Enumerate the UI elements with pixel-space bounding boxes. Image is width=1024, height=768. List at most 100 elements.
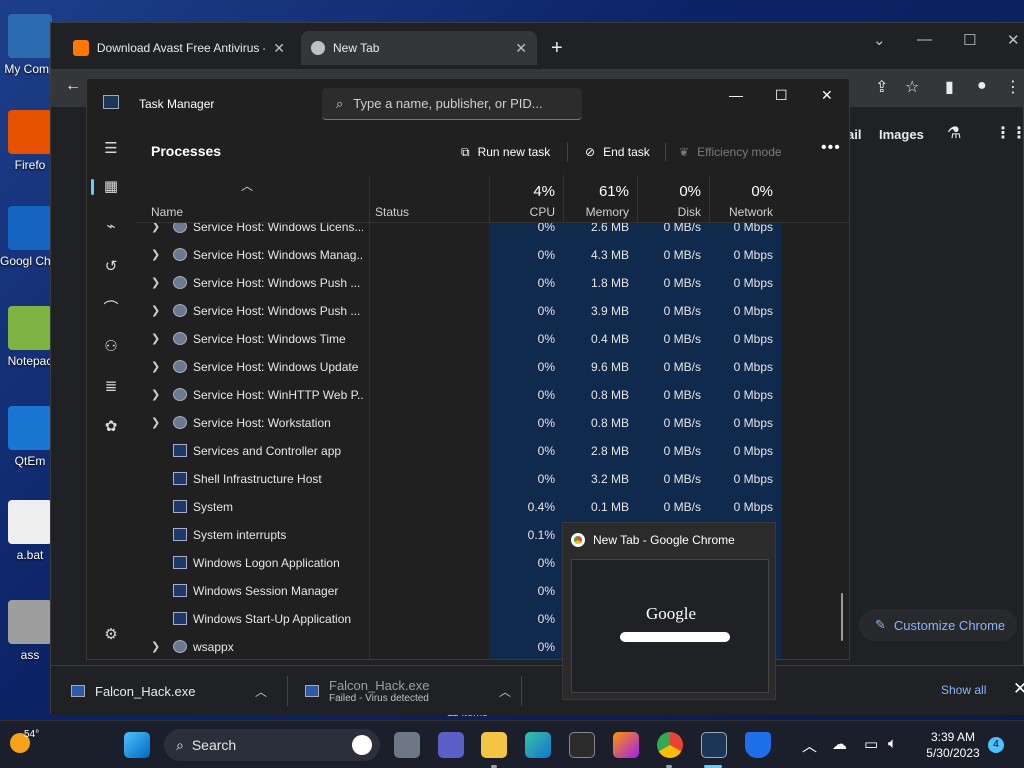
side-panel-icon[interactable]: ▮ (945, 77, 954, 97)
table-row[interactable]: ❯ Service Host: Workstation 0% 0.8 MB 0 MB/s… (135, 409, 849, 437)
weather-widget[interactable]: 54° (10, 729, 40, 753)
this-pc-icon (8, 14, 52, 58)
column-status[interactable]: Status (359, 175, 489, 223)
notification-badge[interactable]: 4 (988, 737, 1004, 753)
column-memory[interactable]: 61% Memory (563, 175, 637, 223)
process-cpu: 0% (537, 444, 555, 458)
column-cpu[interactable]: 4% CPU (489, 175, 563, 223)
process-cpu: 0% (537, 612, 555, 626)
close-window-icon[interactable]: ✕ (821, 87, 833, 104)
expand-chevron-icon[interactable]: ❯ (151, 223, 160, 241)
expand-chevron-icon[interactable]: ❯ (151, 353, 160, 381)
close-window-icon[interactable]: ✕ (1007, 31, 1020, 49)
expand-chevron-icon[interactable]: ❯ (151, 241, 160, 269)
download-item-failed[interactable]: Falcon_Hack.exe Failed - Virus detected … (305, 666, 511, 716)
minimize-icon[interactable]: — (729, 87, 743, 103)
images-link[interactable]: Images (879, 127, 924, 142)
minimize-icon[interactable]: — (917, 31, 932, 48)
onedrive-cloud-icon[interactable]: ☁ (832, 735, 847, 753)
file-explorer-icon[interactable] (481, 732, 507, 758)
customize-chrome-button[interactable]: ✎ Customize Chrome (859, 609, 1017, 641)
tab-search-chevron-icon[interactable]: ⌄ (873, 31, 886, 49)
hamburger-menu-icon[interactable]: ☰ (101, 139, 121, 159)
expand-chevron-icon[interactable]: ❯ (151, 325, 160, 353)
column-network[interactable]: 0% Network (709, 175, 781, 223)
tm-search-box[interactable]: ⌕ (322, 88, 582, 120)
maximize-icon[interactable]: ☐ (963, 31, 976, 49)
expand-chevron-icon[interactable]: ❯ (151, 269, 160, 297)
table-row[interactable]: ❯ Service Host: Windows Update 0% 9.6 MB 0 M… (135, 353, 849, 381)
process-name: System interrupts (193, 528, 287, 542)
menu-kebab-icon[interactable]: ⋮ (1005, 77, 1021, 97)
taskbar-search[interactable]: ⌕ Search (164, 729, 380, 761)
end-task-button[interactable]: ⊘ End task (585, 139, 650, 165)
maximize-icon[interactable]: ☐ (775, 87, 788, 104)
process-disk: 0 MB/s (663, 223, 701, 234)
users-icon[interactable]: ⚇ (101, 337, 121, 357)
new-tab-plus-icon[interactable]: + (551, 37, 563, 60)
run-new-task-button[interactable]: ⧉ Run new task (461, 139, 550, 165)
bookmark-star-icon[interactable]: ☆ (905, 77, 919, 97)
firefox-icon[interactable] (613, 732, 639, 758)
settings-file-icon (8, 600, 52, 644)
volume-icon[interactable]: 🔈︎ (888, 735, 897, 752)
tab-avast[interactable]: Download Avast Free Antivirus - ✕ (63, 31, 295, 65)
download-item[interactable]: Falcon_Hack.exe ︿ (71, 666, 267, 716)
expand-chevron-icon[interactable]: ❯ (151, 381, 160, 409)
share-icon[interactable]: ⇪ (875, 77, 888, 97)
search-input[interactable] (353, 96, 554, 111)
pencil-icon: ✎ (875, 617, 886, 632)
show-hidden-icons-chevron-icon[interactable]: ︿ (802, 735, 817, 756)
taskbar-search-label: Search (191, 737, 237, 753)
table-row[interactable]: ❯ Service Host: Windows Time 0% 0.4 MB 0 MB/… (135, 325, 849, 353)
labs-flask-icon[interactable]: ⚗ (947, 123, 961, 143)
teams-chat-icon[interactable] (438, 732, 464, 758)
chrome-favicon-icon (311, 41, 325, 55)
task-manager-taskbar-icon[interactable] (701, 732, 727, 758)
apps-grid-icon[interactable]: ⋮⋮⋮ (995, 123, 1024, 143)
expand-chevron-icon[interactable]: ❯ (151, 633, 160, 659)
task-view-icon[interactable] (394, 732, 420, 758)
table-row[interactable]: Shell Infrastructure Host 0% 3.2 MB 0 MB/s 0… (135, 465, 849, 493)
services-icon[interactable]: ✿ (101, 417, 121, 437)
startup-apps-icon[interactable]: ⌒ (101, 297, 121, 317)
profile-icon[interactable]: ● (977, 77, 987, 95)
performance-icon[interactable]: ⌁ (101, 217, 121, 237)
edge-icon[interactable] (525, 732, 551, 758)
table-row[interactable]: ❯ Service Host: Windows Push ... 0% 3.9 MB 0… (135, 297, 849, 325)
table-row[interactable]: ❯ Service Host: Windows Manag... 0% 4.3 MB 0… (135, 241, 849, 269)
column-disk[interactable]: 0% Disk (637, 175, 709, 223)
close-download-bar-icon[interactable]: ✕ (1013, 679, 1024, 699)
defender-shield-icon[interactable] (745, 732, 771, 758)
network-icon[interactable]: ▭ (864, 735, 878, 753)
chevron-up-icon[interactable]: ︿ (255, 683, 267, 700)
start-windows-icon[interactable] (124, 732, 150, 758)
download-status: Failed - Virus detected (329, 693, 429, 704)
table-row[interactable]: ❯ Service Host: Windows Push ... 0% 1.8 MB 0… (135, 269, 849, 297)
table-row[interactable]: ❯ Service Host: WinHTTP Web P... 0% 0.8 MB 0… (135, 381, 849, 409)
app-history-icon[interactable]: ↺ (101, 257, 121, 277)
column-name[interactable]: Name (135, 175, 369, 223)
processes-icon[interactable]: ▦ (101, 177, 121, 197)
taskbar-thumbnail-preview[interactable]: New Tab - Google Chrome Google (562, 522, 776, 700)
table-row[interactable]: System 0.4% 0.1 MB 0 MB/s 0 Mbps (135, 493, 849, 521)
efficiency-mode-button[interactable]: ❦ Efficiency mode (679, 139, 782, 165)
chrome-icon[interactable] (657, 732, 683, 758)
scrollbar-thumb[interactable] (841, 593, 843, 641)
details-icon[interactable]: ≣ (101, 377, 121, 397)
chevron-up-icon[interactable]: ︿ (499, 683, 511, 700)
table-row[interactable]: Services and Controller app 0% 2.8 MB 0 MB/… (135, 437, 849, 465)
expand-chevron-icon[interactable]: ❯ (151, 409, 160, 437)
tab-new-tab[interactable]: New Tab ✕ (301, 31, 537, 65)
store-icon[interactable] (569, 732, 595, 758)
back-icon[interactable]: ← (65, 77, 81, 95)
more-options-icon[interactable]: ••• (821, 139, 841, 157)
table-row[interactable]: ❯ Service Host: Windows Licens... 0% 2.6 MB… (135, 223, 849, 241)
expand-chevron-icon[interactable]: ❯ (151, 297, 160, 325)
toolbar-divider (567, 143, 568, 161)
close-tab-icon[interactable]: ✕ (515, 40, 527, 57)
clock[interactable]: 3:39 AM 5/30/2023 (918, 729, 988, 761)
settings-gear-icon[interactable]: ⚙ (101, 625, 121, 645)
close-tab-icon[interactable]: ✕ (273, 40, 285, 57)
show-all-button[interactable]: Show all (941, 683, 986, 697)
